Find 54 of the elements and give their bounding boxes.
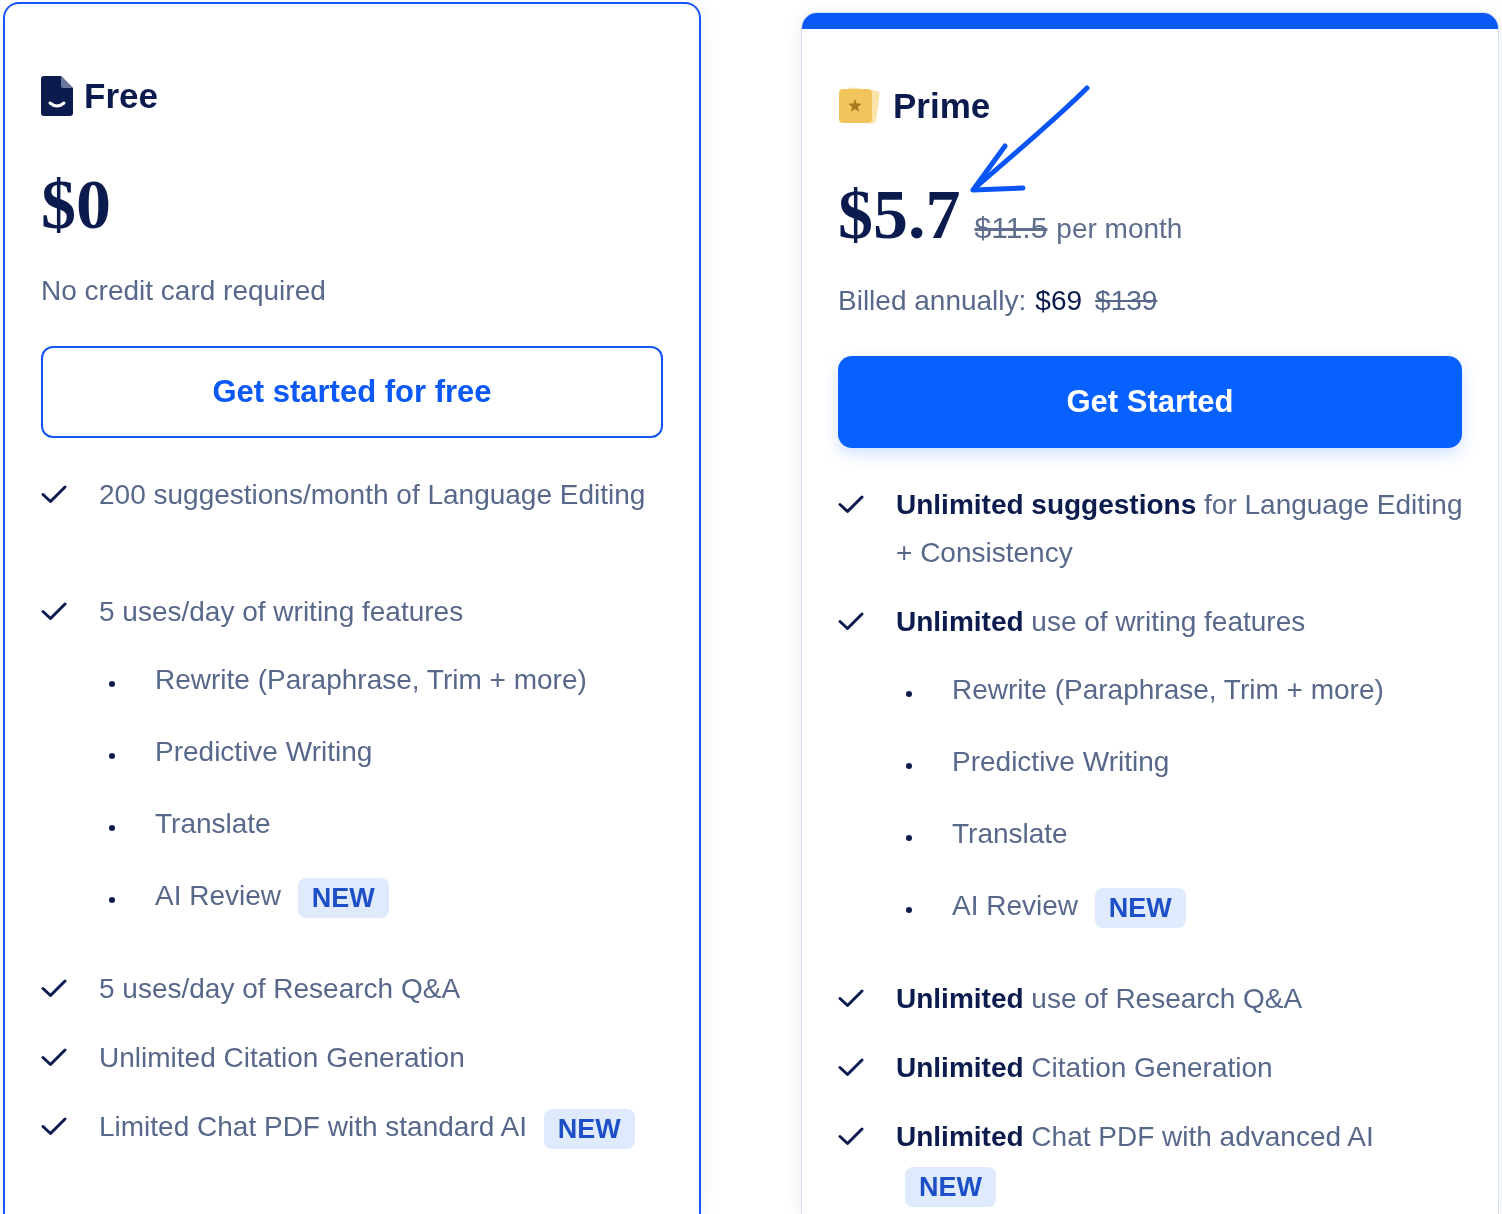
check-icon [41,1048,67,1067]
original-annual-price: $139 [1095,284,1158,318]
note-text: Billed annually: [838,284,1027,318]
plan-name: Free [84,76,158,116]
feature-text: Limited Chat PDF with standard AI [99,1111,527,1142]
note-text: No credit card required [41,274,326,308]
bullet-icon [109,681,115,687]
check-icon [838,1127,864,1146]
feature-text: Rewrite (Paraphrase, Trim + more) [952,674,1384,705]
feature-text: Translate [155,808,271,839]
feature-text: Unlimited use of Research Q&A [896,983,1303,1014]
bullet-icon [906,691,912,697]
check-icon [838,495,864,514]
feature-text: 200 suggestions/month of Language Editing [99,479,646,510]
plan-name: Prime [893,86,991,126]
feature-text: Unlimited Citation Generation [99,1042,465,1073]
get-started-button[interactable]: Get started for free [41,346,663,438]
bullet-icon [109,825,115,831]
feature-text: 5 uses/day of Research Q&A [99,973,461,1004]
star-card-icon [838,87,882,125]
feature-text: 5 uses/day of writing features [99,596,464,627]
feature-text: Unlimited suggestions for Language Editing + Consistency [896,489,1463,568]
check-icon [41,1117,67,1136]
bullet-icon [109,753,115,759]
feature-text: Unlimited Chat PDF with advanced AI [896,1121,1374,1152]
price-amount: $5.7 [838,183,961,247]
get-started-button[interactable]: Get Started [838,356,1462,448]
feature-text: Unlimited use of writing features [896,606,1306,637]
check-icon [41,602,67,621]
feature-text: AI Review [952,890,1079,921]
bullet-icon [109,897,115,903]
check-icon [838,989,864,1008]
feature-text: Translate [952,818,1068,849]
feature-text: Predictive Writing [952,746,1170,777]
new-badge: NEW [1094,887,1186,928]
feature-text: Predictive Writing [155,736,373,767]
feature-text: AI Review [155,880,282,911]
new-badge: NEW [297,877,389,918]
feature-text: Rewrite (Paraphrase, Trim + more) [155,664,587,695]
price-period: per month [1056,213,1183,245]
bullet-icon [906,763,912,769]
check-icon [838,1058,864,1077]
price-amount: $0 [41,173,111,237]
document-icon [41,76,73,116]
feature-text: Unlimited Citation Generation [896,1052,1273,1083]
new-badge: NEW [543,1108,635,1149]
original-price: $11.5 [974,211,1048,245]
bullet-icon [906,907,912,913]
annual-price: $69 [1035,284,1083,318]
new-badge: NEW [905,1166,996,1207]
check-icon [41,485,67,504]
bullet-icon [906,835,912,841]
check-icon [41,979,67,998]
check-icon [838,612,864,631]
